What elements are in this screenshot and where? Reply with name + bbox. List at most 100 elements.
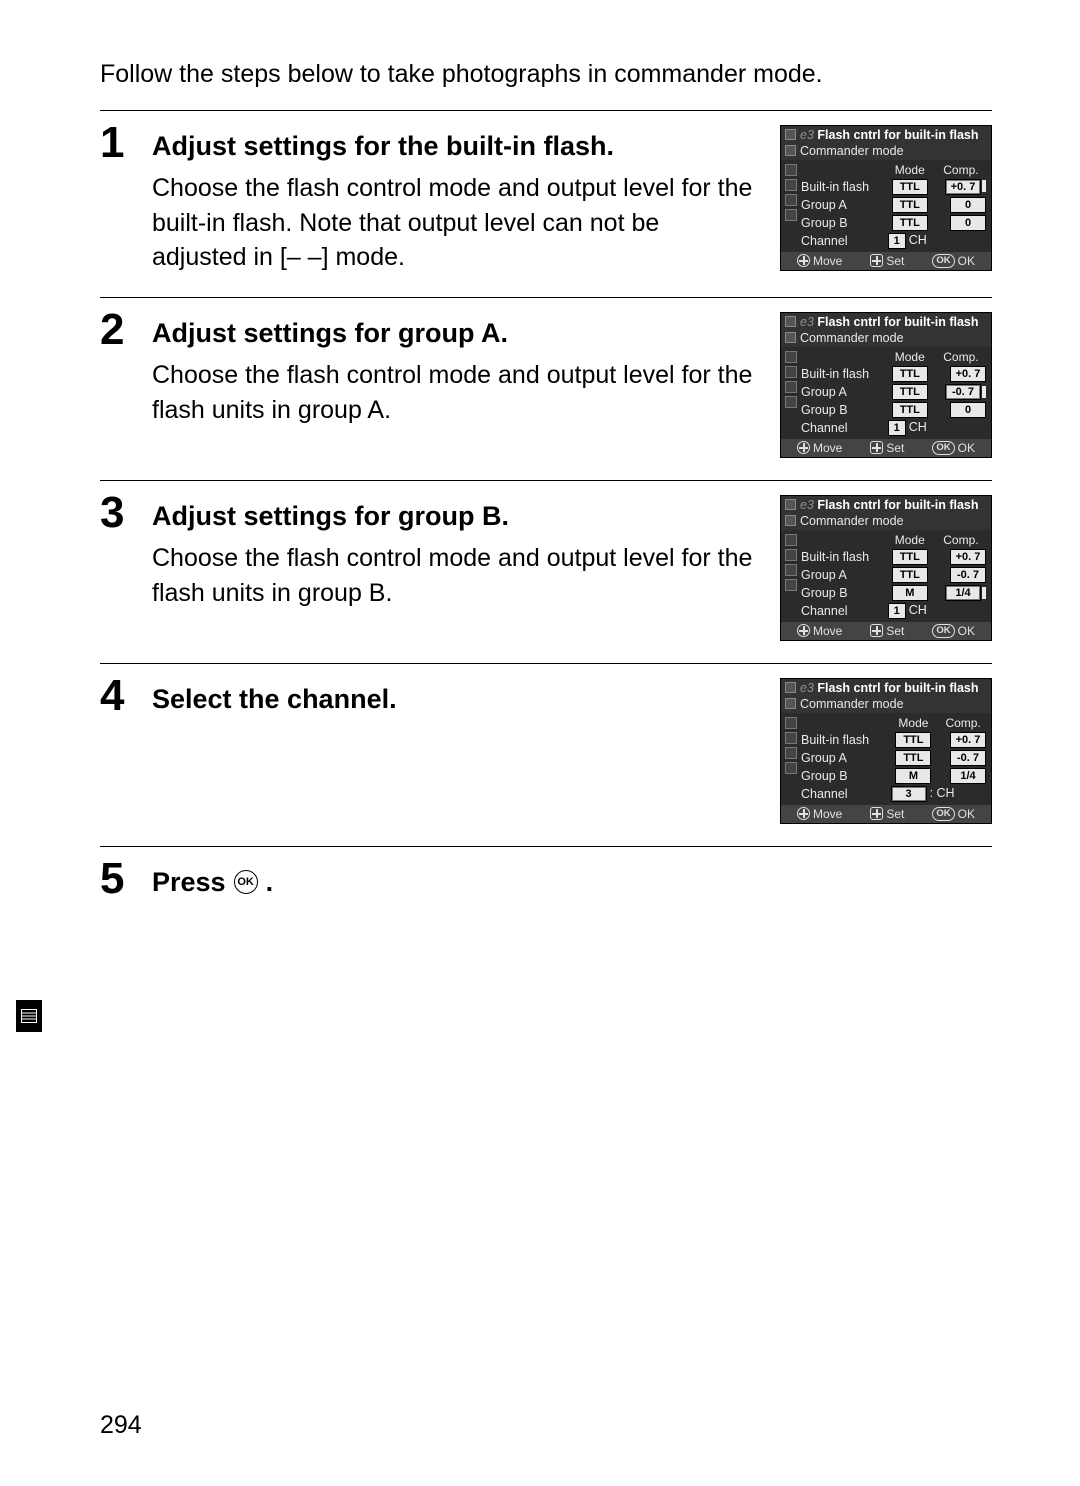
step-number: 1 <box>100 121 152 165</box>
side-icon <box>785 366 797 378</box>
menu-row: Built-in flash TTL +0. 7 <box>799 548 988 566</box>
channel-suffix: CH <box>909 420 927 434</box>
cursor-indicator <box>982 587 986 599</box>
menu-statusbar: Move Set OKOK <box>781 622 991 640</box>
status-move: Move <box>813 624 842 638</box>
ok-icon: OK <box>932 624 954 638</box>
channel-suffix: : CH <box>930 786 955 800</box>
breadcrumb-icon <box>785 515 796 526</box>
steps-list: 1 Adjust settings for the built-in flash… <box>100 111 992 930</box>
menu-row: Built-in flash TTL +0. 7 <box>799 178 988 196</box>
side-icon <box>785 209 797 221</box>
col-header-mode: Mode <box>886 532 934 548</box>
press-suffix: . <box>266 865 274 900</box>
channel-value: 1 <box>888 420 906 436</box>
row-label: Group A <box>799 383 886 401</box>
breadcrumb-icon <box>785 145 796 156</box>
channel-label: Channel <box>799 419 886 437</box>
col-header-mode: Mode <box>889 715 939 731</box>
dpad-icon <box>797 624 810 637</box>
camera-menu-screenshot: e3 Flash cntrl for built-in flash Comman… <box>780 312 992 458</box>
mode-value: TTL <box>892 567 928 583</box>
page-number: 294 <box>100 1411 142 1440</box>
breadcrumb-label: Commander mode <box>800 697 904 711</box>
channel-row: Channel 1CH <box>799 419 988 437</box>
side-icon <box>785 534 797 546</box>
menu-statusbar: Move Set OKOK <box>781 252 991 270</box>
breadcrumb-icon <box>785 698 796 709</box>
breadcrumb-label: Commander mode <box>800 331 904 345</box>
menu-row: Built-in flash TTL +0. 7 <box>799 365 988 383</box>
menu-breadcrumb: Commander mode <box>781 696 991 713</box>
side-icon <box>785 732 797 744</box>
menu-titlebar: e3 Flash cntrl for built-in flash <box>781 313 991 330</box>
col-header-mode: Mode <box>886 349 934 365</box>
channel-label: Channel <box>799 785 889 803</box>
mode-value: TTL <box>892 549 928 565</box>
menu-row: Group B TTL 0 <box>799 214 988 232</box>
ok-button-icon: OK <box>234 870 258 894</box>
row-label: Group A <box>799 196 886 214</box>
menu-row: Group B TTL 0 <box>799 401 988 419</box>
menu-side-icons <box>781 160 799 252</box>
side-icon <box>785 717 797 729</box>
mode-value: TTL <box>892 197 928 213</box>
breadcrumb-icon <box>785 332 796 343</box>
side-icon <box>785 549 797 561</box>
channel-value: 1 <box>888 233 906 249</box>
side-icon <box>785 179 797 191</box>
page-margin-tab-icon <box>16 1000 42 1032</box>
channel-suffix: CH <box>909 603 927 617</box>
channel-row: Channel 1CH <box>799 232 988 250</box>
channel-label: Channel <box>799 602 886 620</box>
channel-suffix: CH <box>909 233 927 247</box>
manual-page: Follow the steps below to take photograp… <box>0 0 1080 1486</box>
mode-value: TTL <box>892 215 928 231</box>
camera-menu-screenshot: e3 Flash cntrl for built-in flash Comman… <box>780 125 992 271</box>
menu-side-icons <box>781 347 799 439</box>
titlebar-icon <box>785 682 796 693</box>
comp-value: -0. 7 <box>950 750 986 766</box>
breadcrumb-label: Commander mode <box>800 144 904 158</box>
ok-icon: OK <box>932 807 954 821</box>
status-set: Set <box>886 624 904 638</box>
comp-value: 1/4 <box>945 585 981 601</box>
menu-title: e3 Flash cntrl for built-in flash <box>800 315 979 329</box>
menu-table: ModeComp. Built-in flash TTL +0. 7 Group… <box>799 349 988 437</box>
side-icon <box>785 381 797 393</box>
dpad-icon <box>870 624 883 637</box>
status-set: Set <box>886 807 904 821</box>
channel-row: Channel 3: CH <box>799 785 988 803</box>
comp-value: +0. 7 <box>950 732 986 748</box>
step-item: 3 Adjust settings for group B. Choose th… <box>100 481 992 663</box>
mode-value: M <box>892 585 928 601</box>
status-move: Move <box>813 254 842 268</box>
comp-value: 1/4 <box>950 768 986 784</box>
camera-menu-screenshot: e3 Flash cntrl for built-in flash Comman… <box>780 495 992 641</box>
menu-row: Group A TTL 0 <box>799 196 988 214</box>
menu-titlebar: e3 Flash cntrl for built-in flash <box>781 496 991 513</box>
row-label: Group B <box>799 584 886 602</box>
col-header-comp: Comp. <box>934 532 988 548</box>
row-label: Group B <box>799 767 889 785</box>
press-prefix: Press <box>152 865 226 900</box>
comp-value: -0. 7 <box>945 384 981 400</box>
row-label: Group A <box>799 749 889 767</box>
step-description: Choose the flash control mode and output… <box>152 541 754 610</box>
menu-table: ModeComp. Built-in flash TTL +0. 7 Group… <box>799 162 988 250</box>
menu-title: e3 Flash cntrl for built-in flash <box>800 498 979 512</box>
menu-row: Group A TTL -0. 7 <box>799 566 988 584</box>
step-item: 2 Adjust settings for group A. Choose th… <box>100 298 992 480</box>
menu-row: Group B M 1/4 <box>799 767 988 785</box>
comp-value: +0. 7 <box>950 366 986 382</box>
menu-table: ModeComp. Built-in flash TTL +0. 7 Group… <box>799 532 988 620</box>
menu-title: e3 Flash cntrl for built-in flash <box>800 128 979 142</box>
row-label: Group A <box>799 566 886 584</box>
dpad-icon <box>870 254 883 267</box>
titlebar-icon <box>785 499 796 510</box>
menu-row: Group A TTL -0. 7 <box>799 749 988 767</box>
menu-row: Group B M 1/4 <box>799 584 988 602</box>
step-description: Choose the flash control mode and output… <box>152 358 754 427</box>
comp-value: +0. 7 <box>945 179 981 195</box>
mode-value: TTL <box>895 732 931 748</box>
